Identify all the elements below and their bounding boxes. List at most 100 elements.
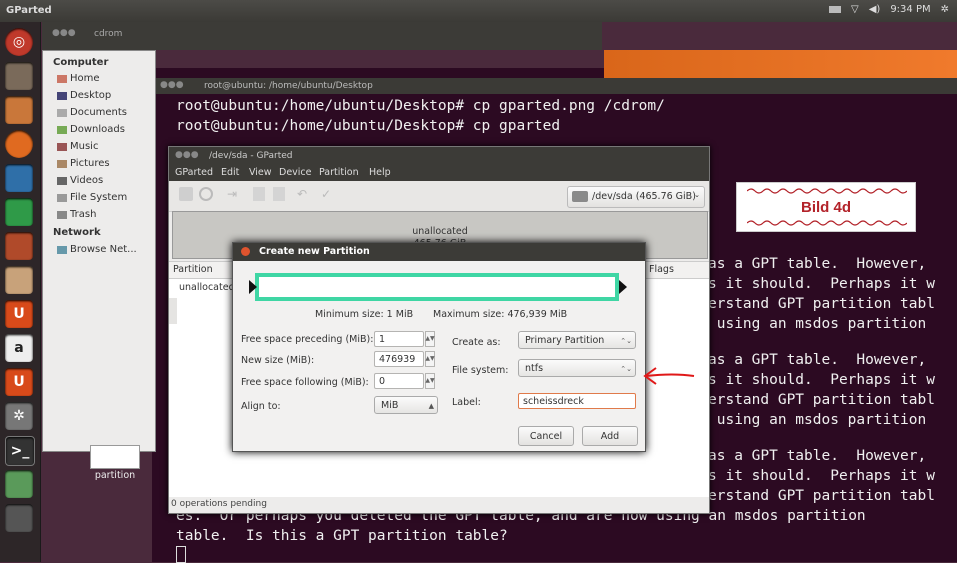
new-size-input[interactable]: 476939: [374, 351, 424, 367]
firefox-icon[interactable]: [5, 130, 33, 158]
sidebar-item-documents[interactable]: Documents: [57, 107, 127, 118]
label-input[interactable]: scheissdreck: [518, 393, 636, 409]
sidebar-item-trash[interactable]: Trash: [57, 209, 96, 220]
graph-label: unallocated: [412, 226, 468, 237]
undo-icon[interactable]: ↶: [297, 187, 307, 201]
stepper-icon[interactable]: ▲▼: [425, 331, 435, 347]
sidebar-item-videos[interactable]: Videos: [57, 175, 103, 186]
menu-help[interactable]: Help: [369, 167, 391, 178]
free-preceding-input[interactable]: 1: [374, 331, 424, 347]
gparted-titlebar[interactable]: ●●● /dev/sda - GParted: [169, 147, 709, 165]
calc-icon[interactable]: [5, 198, 33, 226]
label-field-label: Label:: [452, 397, 481, 408]
terminal-icon[interactable]: >_: [5, 436, 35, 466]
user-icon[interactable]: [5, 62, 33, 90]
amazon-icon[interactable]: a: [5, 334, 33, 362]
apply-icon[interactable]: ✓: [321, 187, 331, 201]
ubuntu-one-music-icon[interactable]: U: [5, 368, 33, 396]
size-slider[interactable]: [255, 273, 619, 301]
terminal-line: s it should. Perhaps it w: [708, 276, 935, 292]
align-to-label: Align to:: [241, 401, 281, 412]
dash-icon[interactable]: ◎: [5, 28, 33, 56]
copy-icon[interactable]: [253, 187, 265, 201]
software-center-icon[interactable]: [5, 266, 33, 294]
menu-partition[interactable]: Partition: [319, 167, 359, 178]
sidebar-item-downloads[interactable]: Downloads: [57, 124, 125, 135]
network-icon[interactable]: ▽: [851, 4, 859, 15]
sidebar-item-pictures[interactable]: Pictures: [57, 158, 110, 169]
file-system-select[interactable]: ntfs ⌃⌄: [518, 359, 636, 377]
gparted-icon[interactable]: [5, 470, 33, 498]
table-row[interactable]: unallocated: [179, 282, 235, 293]
sidebar-item-desktop[interactable]: Desktop: [57, 90, 111, 101]
terminal-line: root@ubuntu:/home/ubuntu/Desktop# cp gpa…: [176, 98, 665, 114]
terminal-line: root@ubuntu:/home/ubuntu/Desktop# cp gpa…: [176, 118, 561, 134]
device-selector[interactable]: /dev/sda (465.76 GiB) ⌄: [567, 186, 705, 208]
terminal-line: erstand GPT partition tabl: [708, 392, 935, 408]
sidebar-item-file-system[interactable]: File System: [57, 192, 127, 203]
volume-icon[interactable]: ◀): [869, 4, 881, 15]
resize-icon[interactable]: ⇥: [227, 187, 237, 201]
free-preceding-label: Free space preceding (MiB):: [241, 334, 374, 345]
terminal-titlebar[interactable]: ●●● root@ubuntu: /home/ubuntu/Desktop: [152, 78, 957, 94]
left-handle-icon[interactable]: [249, 280, 257, 294]
menu-gparted[interactable]: GParted: [175, 167, 213, 178]
ubuntu-one-icon[interactable]: U: [5, 300, 33, 328]
create-as-select[interactable]: Primary Partition ⌃⌄: [518, 331, 636, 349]
launcher: ◎ U a U ✲ >_: [0, 22, 41, 562]
wavy-line-icon: [747, 220, 907, 226]
dialog-titlebar[interactable]: Create new Partition: [233, 243, 645, 261]
drive-icon[interactable]: [5, 504, 33, 532]
settings-icon[interactable]: ✲: [5, 402, 33, 430]
partition-file-icon[interactable]: [90, 445, 140, 469]
delete-icon[interactable]: [199, 187, 213, 201]
gparted-menubar: GParted Edit View Device Partition Help: [169, 165, 709, 181]
top-panel: GParted ▽ ◀) 9:34 PM ✲: [0, 0, 957, 22]
new-partition-icon[interactable]: [179, 187, 193, 201]
max-size-text: Maximum size: 476,939 MiB: [433, 309, 568, 320]
battery-icon[interactable]: [829, 6, 842, 13]
window-controls-icon[interactable]: ●●●: [175, 150, 199, 160]
column-partition[interactable]: Partition: [173, 264, 213, 275]
min-size-text: Minimum size: 1 MiB: [315, 309, 414, 320]
stepper-icon[interactable]: ▲▼: [425, 373, 435, 389]
right-handle-icon[interactable]: [619, 280, 627, 294]
paste-icon[interactable]: [273, 187, 285, 201]
cancel-button[interactable]: Cancel: [518, 426, 574, 446]
terminal-line: erstand GPT partition tabl: [708, 296, 935, 312]
orange-bar: [604, 50, 957, 78]
panel-indicators: ▽ ◀) 9:34 PM ✲: [829, 4, 949, 15]
create-partition-dialog[interactable]: Create new Partition Minimum size: 1 MiB…: [232, 242, 646, 452]
sidebar-item-music[interactable]: Music: [57, 141, 98, 152]
pictures-icon: [57, 159, 67, 168]
file-manager-titlebar[interactable]: ●●● cdrom: [42, 22, 602, 50]
window-controls-icon[interactable]: ●●●: [52, 28, 76, 38]
chevron-down-icon: ⌃⌄: [620, 365, 632, 373]
gear-icon[interactable]: ✲: [941, 4, 949, 15]
impress-icon[interactable]: [5, 232, 33, 260]
new-size-label: New size (MiB):: [241, 355, 315, 366]
align-to-select[interactable]: MiB ▲: [374, 396, 438, 414]
add-button[interactable]: Add: [582, 426, 638, 446]
files-icon[interactable]: [5, 96, 33, 124]
window-controls-icon[interactable]: ●●●: [160, 80, 184, 90]
column-flags[interactable]: Flags: [649, 264, 674, 275]
close-icon[interactable]: [241, 247, 250, 256]
desktop-icon-label[interactable]: partition: [86, 470, 144, 481]
sidebar-item-home[interactable]: Home: [57, 73, 100, 84]
chevron-down-icon: ▲: [428, 402, 434, 410]
videos-icon: [57, 176, 67, 185]
file-manager-sidebar[interactable]: Computer Home Desktop Documents Download…: [42, 50, 156, 452]
menu-view[interactable]: View: [249, 167, 272, 178]
section-heading: Network: [53, 227, 101, 238]
terminal-line: s it should. Perhaps it w: [708, 468, 935, 484]
annotation-label: Bild 4d: [736, 182, 916, 232]
sidebar-item-browse-network[interactable]: Browse Net...: [57, 244, 137, 255]
free-following-input[interactable]: 0: [374, 373, 424, 389]
stepper-icon[interactable]: ▲▼: [425, 351, 435, 367]
menu-edit[interactable]: Edit: [221, 167, 239, 178]
writer-icon[interactable]: [5, 164, 33, 192]
menu-device[interactable]: Device: [279, 167, 312, 178]
clock[interactable]: 9:34 PM: [890, 4, 930, 15]
home-icon: [57, 74, 67, 83]
